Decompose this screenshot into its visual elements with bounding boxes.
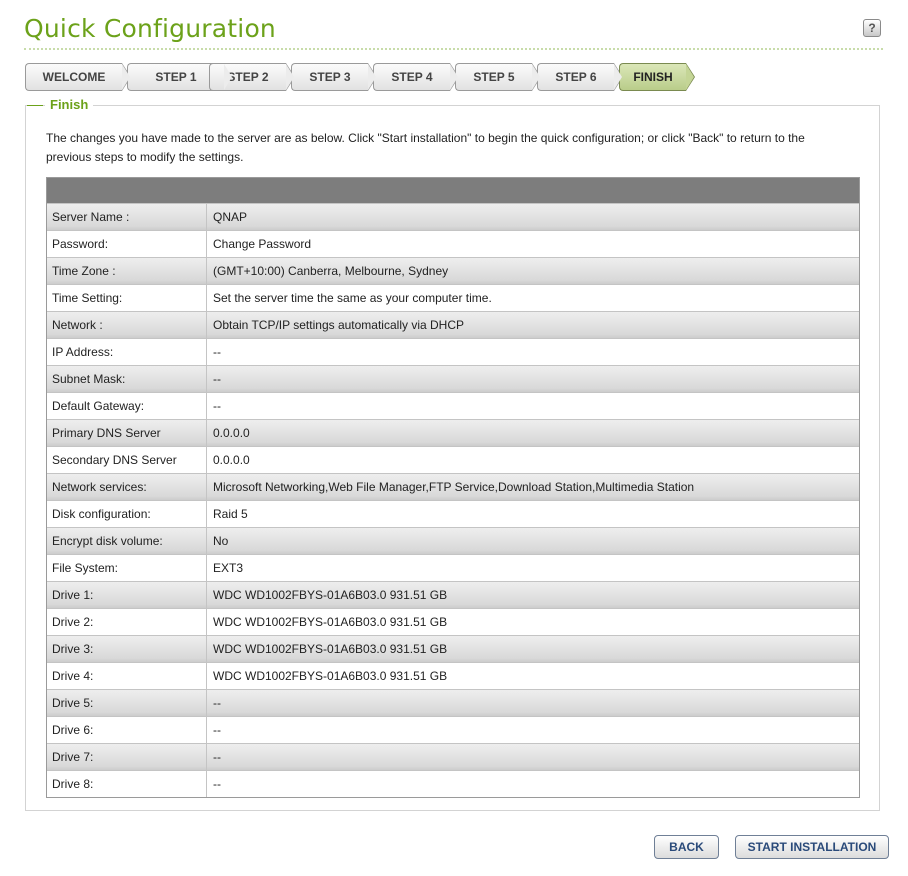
row-label: Default Gateway: [47,393,207,419]
table-row: Encrypt disk volume: No [47,527,859,554]
back-button[interactable]: BACK [654,835,719,859]
page-title: Quick Configuration [24,14,276,43]
row-value: 0.0.0.0 [213,426,250,440]
row-value: Obtain TCP/IP settings automatically via… [213,318,464,332]
row-label: Network : [47,312,207,338]
table-row: Password: Change Password [47,230,859,257]
table-row: Drive 3: WDC WD1002FBYS-01A6B03.0 931.51 … [47,635,859,662]
step-5[interactable]: STEP 5 [455,63,541,91]
row-value: -- [213,777,221,791]
table-row: Disk configuration: Raid 5 [47,500,859,527]
step-6[interactable]: STEP 6 [537,63,623,91]
summary-table-header [47,178,859,203]
step-finish[interactable]: FINISH [619,63,695,91]
table-row: Drive 2: WDC WD1002FBYS-01A6B03.0 931.51 … [47,608,859,635]
row-label: Password: [47,231,207,257]
row-label: Drive 8: [47,771,207,797]
row-label: Server Name : [47,204,207,230]
row-label: Drive 3: [47,636,207,662]
table-row: Network services: Microsoft Networking,We… [47,473,859,500]
row-label: Primary DNS Server [47,420,207,446]
row-label: Disk configuration: [47,501,207,527]
table-row: Drive 6: -- [47,716,859,743]
table-row: Primary DNS Server 0.0.0.0 [47,419,859,446]
summary-table: Server Name : QNAP Password: Change Passwor… [46,177,860,798]
row-value: Microsoft Networking,Web File Manager,FT… [213,480,695,494]
table-row: Default Gateway: -- [47,392,859,419]
step-2[interactable]: STEP 2 [209,63,295,91]
step-4[interactable]: STEP 4 [373,63,459,91]
table-row: Drive 5: -- [47,689,859,716]
row-value: -- [213,696,221,710]
row-label: Drive 1: [47,582,207,608]
row-label: Time Setting: [47,285,207,311]
row-label: IP Address: [47,339,207,365]
row-label: Encrypt disk volume: [47,528,207,554]
table-row: Subnet Mask: -- [47,365,859,392]
row-value: QNAP [213,210,248,224]
row-value: -- [213,399,221,413]
table-row: File System: EXT3 [47,554,859,581]
title-divider [24,48,883,50]
row-label: Network services: [47,474,207,500]
table-row: Time Setting: Set the server time the sam… [47,284,859,311]
table-row: Drive 7: -- [47,743,859,770]
finish-legend: Finish [45,97,94,112]
legend-line [27,105,43,106]
table-row: Drive 4: WDC WD1002FBYS-01A6B03.0 931.51 … [47,662,859,689]
row-label: Subnet Mask: [47,366,207,392]
row-label: File System: [47,555,207,581]
row-value: EXT3 [213,561,244,575]
row-value: WDC WD1002FBYS-01A6B03.0 931.51 GB [213,669,448,683]
row-label: Drive 7: [47,744,207,770]
help-icon[interactable]: ? [863,19,881,37]
row-value: WDC WD1002FBYS-01A6B03.0 931.51 GB [213,588,448,602]
row-value: 0.0.0.0 [213,453,250,467]
row-value: -- [213,723,221,737]
table-row: IP Address: -- [47,338,859,365]
row-label: Time Zone : [47,258,207,284]
row-value: Set the server time the same as your com… [213,291,492,305]
row-value: (GMT+10:00) Canberra, Melbourne, Sydney [213,264,449,278]
row-value: Change Password [213,237,312,251]
row-label: Drive 2: [47,609,207,635]
table-row: Drive 8: -- [47,770,859,797]
table-row: Server Name : QNAP [47,203,859,230]
step-3[interactable]: STEP 3 [291,63,377,91]
row-label: Drive 6: [47,717,207,743]
table-row: Secondary DNS Server 0.0.0.0 [47,446,859,473]
row-value: Raid 5 [213,507,248,521]
row-label: Secondary DNS Server [47,447,207,473]
table-row: Time Zone : (GMT+10:00) Canberra, Melbour… [47,257,859,284]
summary-table-body: Server Name : QNAP Password: Change Passwor… [47,203,859,797]
row-value: WDC WD1002FBYS-01A6B03.0 931.51 GB [213,615,448,629]
row-value: -- [213,372,221,386]
table-row: Drive 1: WDC WD1002FBYS-01A6B03.0 931.51 … [47,581,859,608]
step-welcome[interactable]: WELCOME [25,63,131,91]
finish-intro-text: The changes you have made to the server … [46,131,805,164]
row-label: Drive 5: [47,690,207,716]
row-value: No [213,534,229,548]
row-value: WDC WD1002FBYS-01A6B03.0 931.51 GB [213,642,448,656]
row-label: Drive 4: [47,663,207,689]
start-installation-button[interactable]: START INSTALLATION [735,835,889,859]
row-value: -- [213,750,221,764]
row-value: -- [213,345,221,359]
table-row: Network : Obtain TCP/IP settings automati… [47,311,859,338]
